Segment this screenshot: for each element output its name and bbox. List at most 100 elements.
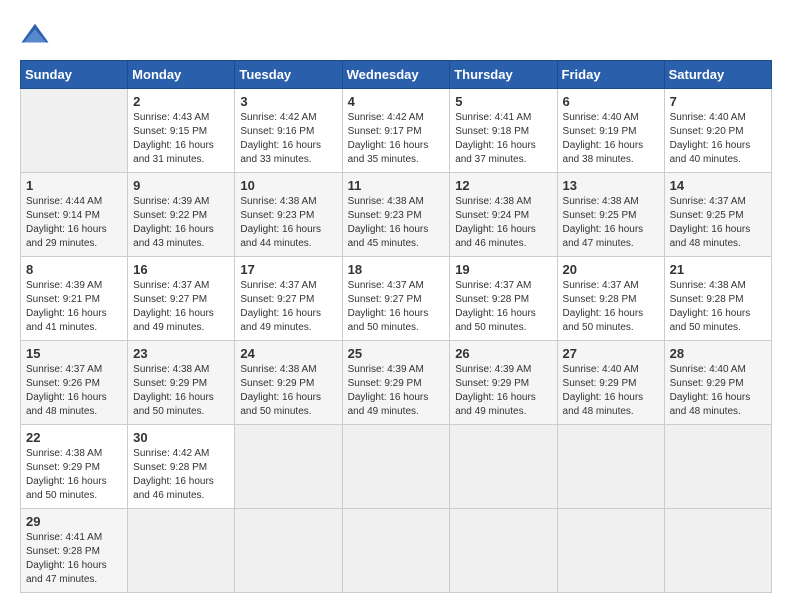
- logo-icon: [20, 20, 50, 50]
- day-info: Sunrise: 4:39 AM Sunset: 9:21 PM Dayligh…: [26, 279, 122, 335]
- calendar-cell: [128, 509, 235, 593]
- calendar-cell: 9 Sunrise: 4:39 AM Sunset: 9:22 PM Daylig…: [128, 173, 235, 257]
- day-number: 23: [133, 346, 229, 361]
- calendar-cell: [557, 425, 664, 509]
- day-info: Sunrise: 4:39 AM Sunset: 9:22 PM Dayligh…: [133, 195, 229, 251]
- calendar-cell: 26 Sunrise: 4:39 AM Sunset: 9:29 PM Dayli…: [450, 341, 557, 425]
- calendar-cell: 5 Sunrise: 4:41 AM Sunset: 9:18 PM Daylig…: [450, 89, 557, 173]
- calendar-cell: [664, 509, 771, 593]
- calendar-week-6: 29 Sunrise: 4:41 AM Sunset: 9:28 PM Dayli…: [21, 509, 772, 593]
- calendar-cell: [235, 425, 342, 509]
- day-number: 2: [133, 94, 229, 109]
- day-number: 15: [26, 346, 122, 361]
- day-number: 6: [563, 94, 659, 109]
- day-info: Sunrise: 4:38 AM Sunset: 9:25 PM Dayligh…: [563, 195, 659, 251]
- logo: [20, 20, 54, 50]
- calendar-table: SundayMondayTuesdayWednesdayThursdayFrid…: [20, 60, 772, 593]
- day-info: Sunrise: 4:40 AM Sunset: 9:29 PM Dayligh…: [670, 363, 766, 419]
- day-number: 27: [563, 346, 659, 361]
- calendar-week-4: 15 Sunrise: 4:37 AM Sunset: 9:26 PM Dayli…: [21, 341, 772, 425]
- day-number: 28: [670, 346, 766, 361]
- day-number: 1: [26, 178, 122, 193]
- day-number: 3: [240, 94, 336, 109]
- calendar-cell: [664, 425, 771, 509]
- day-number: 18: [348, 262, 445, 277]
- day-info: Sunrise: 4:44 AM Sunset: 9:14 PM Dayligh…: [26, 195, 122, 251]
- day-info: Sunrise: 4:37 AM Sunset: 9:26 PM Dayligh…: [26, 363, 122, 419]
- day-info: Sunrise: 4:38 AM Sunset: 9:23 PM Dayligh…: [348, 195, 445, 251]
- calendar-cell: 24 Sunrise: 4:38 AM Sunset: 9:29 PM Dayli…: [235, 341, 342, 425]
- day-info: Sunrise: 4:38 AM Sunset: 9:29 PM Dayligh…: [240, 363, 336, 419]
- calendar-cell: [450, 509, 557, 593]
- day-info: Sunrise: 4:40 AM Sunset: 9:19 PM Dayligh…: [563, 111, 659, 167]
- day-number: 20: [563, 262, 659, 277]
- day-number: 16: [133, 262, 229, 277]
- calendar-cell: 1 Sunrise: 4:44 AM Sunset: 9:14 PM Daylig…: [21, 173, 128, 257]
- calendar-cell: 7 Sunrise: 4:40 AM Sunset: 9:20 PM Daylig…: [664, 89, 771, 173]
- calendar-cell: 17Sunrise: 4:37 AM Sunset: 9:27 PM Dayli…: [235, 257, 342, 341]
- day-info: Sunrise: 4:42 AM Sunset: 9:16 PM Dayligh…: [240, 111, 336, 167]
- calendar-cell: 13 Sunrise: 4:38 AM Sunset: 9:25 PM Dayli…: [557, 173, 664, 257]
- day-number: 12: [455, 178, 551, 193]
- day-number: 13: [563, 178, 659, 193]
- calendar-cell: [342, 509, 450, 593]
- calendar-cell: 20 Sunrise: 4:37 AM Sunset: 9:28 PM Dayli…: [557, 257, 664, 341]
- day-info: Sunrise: 4:38 AM Sunset: 9:24 PM Dayligh…: [455, 195, 551, 251]
- day-header-monday: Monday: [128, 61, 235, 89]
- calendar-cell: 11Sunrise: 4:38 AM Sunset: 9:23 PM Dayli…: [342, 173, 450, 257]
- day-info: Sunrise: 4:42 AM Sunset: 9:17 PM Dayligh…: [348, 111, 445, 167]
- day-number: 25: [348, 346, 445, 361]
- calendar-week-5: 22Sunrise: 4:38 AM Sunset: 9:29 PM Dayli…: [21, 425, 772, 509]
- day-info: Sunrise: 4:37 AM Sunset: 9:25 PM Dayligh…: [670, 195, 766, 251]
- day-info: Sunrise: 4:43 AM Sunset: 9:15 PM Dayligh…: [133, 111, 229, 167]
- day-number: 17: [240, 262, 336, 277]
- day-number: 19: [455, 262, 551, 277]
- calendar-cell: 16Sunrise: 4:37 AM Sunset: 9:27 PM Dayli…: [128, 257, 235, 341]
- calendar-cell: 25 Sunrise: 4:39 AM Sunset: 9:29 PM Dayli…: [342, 341, 450, 425]
- calendar-cell: 28 Sunrise: 4:40 AM Sunset: 9:29 PM Dayli…: [664, 341, 771, 425]
- day-number: 24: [240, 346, 336, 361]
- day-header-tuesday: Tuesday: [235, 61, 342, 89]
- calendar-cell: 14 Sunrise: 4:37 AM Sunset: 9:25 PM Dayli…: [664, 173, 771, 257]
- day-number: 22: [26, 430, 122, 445]
- calendar-week-1: 2 Sunrise: 4:43 AM Sunset: 9:15 PM Daylig…: [21, 89, 772, 173]
- day-number: 14: [670, 178, 766, 193]
- calendar-cell: 27Sunrise: 4:40 AM Sunset: 9:29 PM Dayli…: [557, 341, 664, 425]
- day-header-wednesday: Wednesday: [342, 61, 450, 89]
- day-info: Sunrise: 4:37 AM Sunset: 9:27 PM Dayligh…: [348, 279, 445, 335]
- day-info: Sunrise: 4:39 AM Sunset: 9:29 PM Dayligh…: [348, 363, 445, 419]
- day-number: 4: [348, 94, 445, 109]
- calendar-cell: 12 Sunrise: 4:38 AM Sunset: 9:24 PM Dayli…: [450, 173, 557, 257]
- day-header-friday: Friday: [557, 61, 664, 89]
- day-number: 29: [26, 514, 122, 529]
- calendar-cell: 8 Sunrise: 4:39 AM Sunset: 9:21 PM Daylig…: [21, 257, 128, 341]
- day-number: 9: [133, 178, 229, 193]
- day-info: Sunrise: 4:41 AM Sunset: 9:28 PM Dayligh…: [26, 531, 122, 587]
- day-info: Sunrise: 4:38 AM Sunset: 9:28 PM Dayligh…: [670, 279, 766, 335]
- day-number: 26: [455, 346, 551, 361]
- calendar-cell: 18 Sunrise: 4:37 AM Sunset: 9:27 PM Dayli…: [342, 257, 450, 341]
- day-info: Sunrise: 4:39 AM Sunset: 9:29 PM Dayligh…: [455, 363, 551, 419]
- calendar-cell: 4 Sunrise: 4:42 AM Sunset: 9:17 PM Daylig…: [342, 89, 450, 173]
- day-info: Sunrise: 4:40 AM Sunset: 9:20 PM Dayligh…: [670, 111, 766, 167]
- day-number: 8: [26, 262, 122, 277]
- calendar-cell: 15 Sunrise: 4:37 AM Sunset: 9:26 PM Dayli…: [21, 341, 128, 425]
- calendar-cell: 2 Sunrise: 4:43 AM Sunset: 9:15 PM Daylig…: [128, 89, 235, 173]
- day-number: 5: [455, 94, 551, 109]
- day-info: Sunrise: 4:41 AM Sunset: 9:18 PM Dayligh…: [455, 111, 551, 167]
- day-info: Sunrise: 4:42 AM Sunset: 9:28 PM Dayligh…: [133, 447, 229, 503]
- calendar-cell: [342, 425, 450, 509]
- calendar-cell: 30Sunrise: 4:42 AM Sunset: 9:28 PM Dayli…: [128, 425, 235, 509]
- calendar-week-3: 8 Sunrise: 4:39 AM Sunset: 9:21 PM Daylig…: [21, 257, 772, 341]
- day-header-sunday: Sunday: [21, 61, 128, 89]
- day-header-thursday: Thursday: [450, 61, 557, 89]
- calendar-week-2: 1 Sunrise: 4:44 AM Sunset: 9:14 PM Daylig…: [21, 173, 772, 257]
- calendar-cell: 3 Sunrise: 4:42 AM Sunset: 9:16 PM Daylig…: [235, 89, 342, 173]
- day-info: Sunrise: 4:37 AM Sunset: 9:28 PM Dayligh…: [563, 279, 659, 335]
- calendar-cell: [557, 509, 664, 593]
- calendar-cell: 29 Sunrise: 4:41 AM Sunset: 9:28 PM Dayli…: [21, 509, 128, 593]
- day-number: 7: [670, 94, 766, 109]
- day-number: 21: [670, 262, 766, 277]
- day-number: 10: [240, 178, 336, 193]
- calendar-cell: 10Sunrise: 4:38 AM Sunset: 9:23 PM Dayli…: [235, 173, 342, 257]
